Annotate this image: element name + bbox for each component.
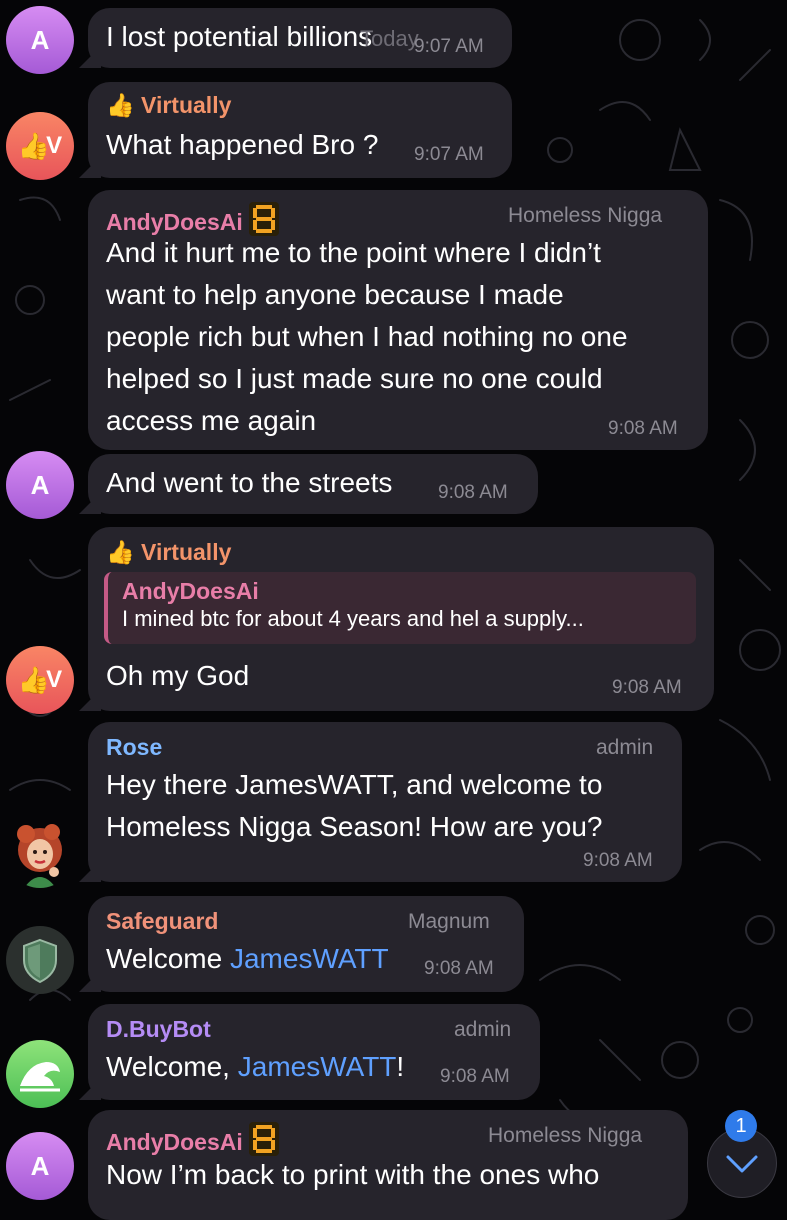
member-title: admin — [596, 736, 654, 759]
message-time: 9:08 AM — [583, 850, 653, 871]
sender-name[interactable]: 👍 Virtually — [106, 539, 231, 566]
message-text: Now I’m back to print with the ones who — [106, 1159, 600, 1190]
message-bubble[interactable]: AndyDoesAi Homeless Nigga And it hurt me… — [88, 190, 708, 450]
avatar[interactable]: A — [6, 6, 74, 74]
sender-name[interactable]: AndyDoesAi — [106, 202, 279, 236]
bubble-tail — [79, 492, 101, 514]
message-time: 9:08 AM — [608, 418, 678, 439]
message-bubble[interactable]: Rose admin Hey there JamesWATT, and welc… — [79, 722, 682, 882]
message-bubble[interactable]: D.BuyBot admin Welcome, JamesWATT! 9:08 … — [79, 1004, 540, 1100]
avatar[interactable] — [6, 820, 74, 888]
message-bubble[interactable]: And went to the streets 9:08 AM — [79, 454, 538, 514]
custom-emoji-icon — [248, 202, 279, 236]
member-title: Magnum — [408, 910, 490, 933]
message-text: I lost potential billions — [106, 21, 373, 52]
avatar-initial: A — [30, 1150, 50, 1181]
avatar[interactable]: A — [6, 1132, 74, 1200]
thumbs-up-icon: 👍 — [106, 92, 135, 118]
user-mention-link[interactable]: JamesWATT — [238, 1051, 397, 1082]
message-text-line: Hey there JamesWATT, and welcome to — [106, 769, 603, 800]
message-bubble[interactable]: Safeguard Magnum Welcome JamesWATT 9:08 … — [79, 896, 524, 992]
message-text-prefix: Welcome, — [106, 1051, 238, 1082]
sender-name[interactable]: 👍 Virtually — [106, 92, 231, 119]
avatar[interactable]: A — [6, 451, 74, 519]
date-overlay: Today — [360, 26, 419, 51]
sender-name-label: AndyDoesAi — [106, 1129, 243, 1155]
avatar[interactable]: 👍 V — [6, 646, 74, 714]
avatar-initial: A — [30, 24, 50, 55]
message-bubble[interactable]: I lost potential billions Today 9:07 AM — [79, 8, 512, 68]
message-text: Oh my God — [106, 660, 250, 691]
reply-quote[interactable]: AndyDoesAi I mined btc for about 4 years… — [104, 572, 696, 644]
unread-count-badge: 1 — [725, 1110, 757, 1142]
reply-sender: AndyDoesAi — [122, 578, 259, 604]
message-text-line: And it hurt me to the point where I didn… — [106, 237, 601, 268]
message-time: 9:07 AM — [414, 144, 484, 165]
member-title: Homeless Nigga — [508, 204, 663, 227]
message-text-prefix: Welcome — [106, 943, 230, 974]
sender-name-label: Virtually — [141, 92, 232, 118]
sender-name[interactable]: D.BuyBot — [106, 1016, 211, 1043]
bubble-tail — [79, 860, 101, 882]
message-text-line: Homeless Nigga Season! How are you? — [106, 811, 603, 842]
bubble-tail — [79, 1078, 101, 1100]
bubble-tail — [79, 689, 101, 711]
rose-avatar-icon — [17, 824, 62, 888]
sender-name[interactable]: AndyDoesAi — [106, 1122, 279, 1156]
custom-emoji-icon — [248, 1122, 279, 1156]
message-text-line: helped so I just made sure no one could — [106, 363, 603, 394]
thumbs-up-icon: 👍 — [106, 539, 135, 565]
message-bubble[interactable]: 👍 Virtually AndyDoesAi I mined btc for a… — [79, 527, 714, 711]
wave-icon — [20, 1062, 60, 1092]
message-text: And went to the streets — [106, 467, 393, 498]
bubble-tail — [79, 156, 101, 178]
message-text-line: people rich but when I had nothing no on… — [106, 321, 628, 352]
message-text-line: access me again — [106, 405, 317, 436]
message-bubble[interactable]: 👍 Virtually What happened Bro ? 9:07 AM — [79, 82, 512, 178]
message-time: 9:08 AM — [440, 1066, 510, 1087]
avatar-initial: V — [46, 666, 63, 693]
avatar[interactable] — [6, 1040, 74, 1108]
avatar-initial: A — [30, 469, 50, 500]
user-mention-link[interactable]: JamesWATT — [230, 943, 389, 974]
message-text: What happened Bro ? — [106, 129, 379, 160]
message-time: 9:07 AM — [414, 36, 484, 57]
member-title: admin — [454, 1018, 512, 1041]
message-text: Welcome, JamesWATT! — [106, 1046, 404, 1088]
message-text-suffix: ! — [396, 1051, 405, 1082]
sender-name[interactable]: Rose — [106, 734, 162, 761]
message-bubble[interactable]: AndyDoesAi Homeless Nigga Now I’m back t… — [88, 1110, 688, 1220]
avatar[interactable] — [6, 926, 74, 994]
message-text-line: want to help anyone because I made — [106, 279, 564, 310]
message-time: 9:08 AM — [424, 958, 494, 979]
message-time: 9:08 AM — [438, 482, 508, 503]
bubble-tail — [79, 46, 101, 68]
sender-name-label: Virtually — [141, 539, 232, 565]
avatar[interactable]: 👍 V — [6, 112, 74, 180]
shield-icon — [23, 938, 57, 984]
member-title: Homeless Nigga — [488, 1124, 643, 1147]
reply-text: I mined btc for about 4 years and hel a … — [122, 606, 584, 631]
message-time: 9:08 AM — [612, 677, 682, 698]
bubble-tail — [79, 970, 101, 992]
avatar-initial: V — [46, 132, 63, 159]
sender-name[interactable]: Safeguard — [106, 908, 218, 935]
message-text: Welcome JamesWATT — [106, 938, 389, 980]
